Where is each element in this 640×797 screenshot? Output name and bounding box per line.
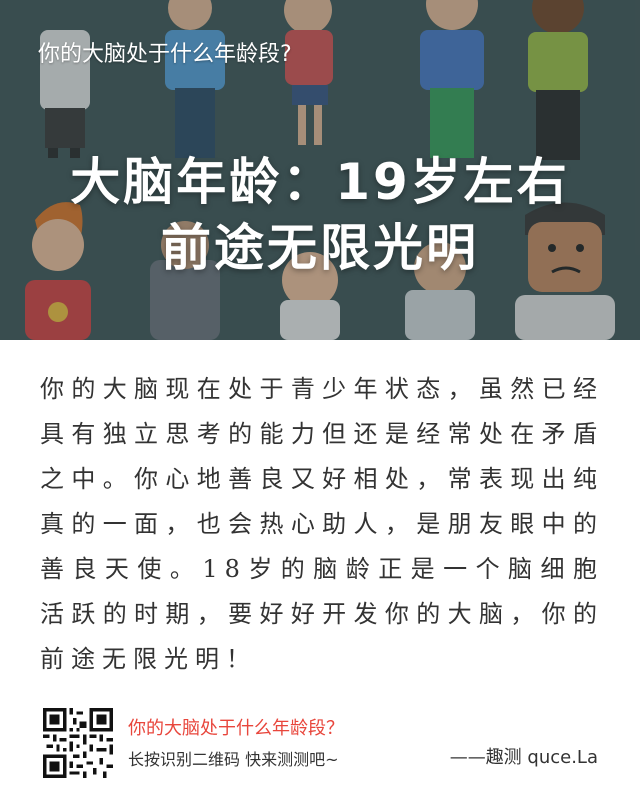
footer-quiz-title[interactable]: 你的大脑处于什么年龄段？ [128, 714, 344, 740]
footer-scan-prompt: 长按识别二维码 快来测测吧~ [128, 750, 339, 769]
qr-code-icon[interactable] [43, 708, 113, 778]
result-description: 你的大脑现在处于青少年状态，虽然已经具有独立思考的能力但还是经常处在矛盾之中。你… [40, 375, 604, 673]
hero-banner: 你的大脑处于什么年龄段? 大脑年龄：19岁左右 前途无限光明 [0, 0, 640, 340]
result-subheadline: 前途无限光明 [161, 219, 479, 277]
quiz-question: 你的大脑处于什么年龄段? [38, 42, 292, 67]
result-headline: 大脑年龄：19岁左右 [70, 153, 570, 211]
footer-brand: ——趣测 quce.La [449, 747, 598, 768]
footer: 你的大脑处于什么年龄段？ 长按识别二维码 快来测测吧~ ——趣测 quce.La [0, 700, 640, 797]
